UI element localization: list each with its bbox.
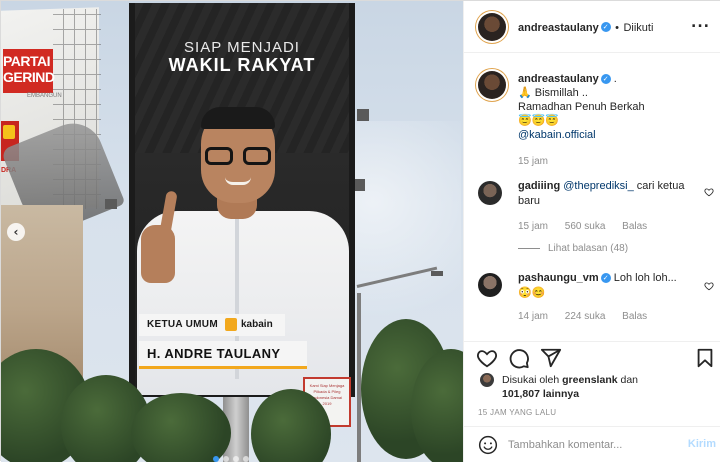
caption-author-avatar[interactable] bbox=[478, 71, 506, 99]
like-comment-heart-icon[interactable] bbox=[704, 187, 714, 197]
candidate-smile bbox=[225, 177, 251, 185]
street-lamp-head bbox=[431, 271, 443, 276]
caption-line3: 😇😇😇 bbox=[518, 115, 560, 127]
torn-billboard-subtext: EMBANGUN bbox=[27, 93, 62, 99]
instagram-post-window: PARTAI GERIND EMBANGUN DRA SIAP MENJADI … bbox=[0, 0, 720, 462]
comment-body: Loh loh loh... bbox=[610, 272, 677, 284]
share-send-icon[interactable] bbox=[540, 347, 562, 369]
commenter-avatar[interactable] bbox=[478, 181, 502, 205]
previous-photo-button[interactable]: ‹ bbox=[7, 223, 25, 241]
billboard-line1: SIAP MENJADI bbox=[184, 39, 300, 56]
likes-prefix: Disukai oleh bbox=[502, 374, 563, 386]
candidate-hair bbox=[201, 107, 275, 129]
header-separator: • bbox=[615, 22, 620, 34]
liker-avatar[interactable] bbox=[480, 373, 494, 387]
liked-by-username[interactable]: greenslank bbox=[562, 374, 617, 386]
carousel-dot bbox=[233, 456, 239, 462]
tree bbox=[251, 389, 331, 462]
caption-mention-link[interactable]: @kabain.official bbox=[518, 128, 714, 142]
comment-time[interactable]: 14 jam bbox=[518, 311, 548, 322]
likes-count-link[interactable]: 101,807 lainnya bbox=[502, 388, 579, 400]
caption-suffix: . bbox=[613, 73, 617, 85]
like-comment-heart-icon[interactable] bbox=[704, 281, 714, 291]
comment-mention-link[interactable]: @theprediksi_ bbox=[563, 180, 633, 192]
comment-meta: 15 jam 560 suka Balas bbox=[518, 221, 661, 232]
carousel-dot bbox=[223, 456, 229, 462]
carousel-dot bbox=[243, 456, 249, 462]
post-caption: andreastaulany ✓ . 🙏 Bismillah .. Ramadha… bbox=[518, 72, 714, 167]
following-button[interactable]: Diikuti bbox=[623, 22, 653, 34]
comment-item: pashaungu_vm ✓ Loh loh loh... 😳😊 14 jam 2… bbox=[478, 271, 714, 331]
verified-badge-icon: ✓ bbox=[600, 74, 611, 85]
comment-input[interactable] bbox=[508, 437, 668, 453]
comment-reply-button[interactable]: Balas bbox=[622, 221, 647, 232]
post-header: andreastaulany ✓ • Diikuti ... bbox=[464, 1, 720, 53]
verified-badge-icon: ✓ bbox=[600, 21, 611, 32]
caption-line1: 🙏 Bismillah .. bbox=[518, 87, 588, 99]
candidate-glasses bbox=[205, 147, 271, 165]
comment-likes[interactable]: 560 suka bbox=[565, 221, 606, 232]
post-comment-button[interactable]: Kirim bbox=[688, 438, 716, 450]
comment-likes[interactable]: 224 suka bbox=[565, 311, 606, 322]
comment-item: gadiiing @theprediksi_ cari ketua baru 1… bbox=[478, 179, 714, 239]
view-replies-button[interactable]: Lihat balasan (48) bbox=[518, 243, 628, 254]
comment-text: gadiiing @theprediksi_ cari ketua baru bbox=[518, 179, 686, 209]
comment-reply-button[interactable]: Balas bbox=[622, 311, 647, 322]
comment-text: pashaungu_vm ✓ Loh loh loh... 😳😊 bbox=[518, 271, 686, 301]
commenter-avatar[interactable] bbox=[478, 273, 502, 297]
caption-username[interactable]: andreastaulany bbox=[518, 73, 599, 85]
carousel-dot bbox=[213, 456, 219, 462]
post-actions: Disukai oleh greenslank dan 101,807 lain… bbox=[464, 341, 720, 462]
carousel-indicator bbox=[213, 449, 253, 462]
post-timestamp[interactable]: 15 JAM YANG LALU bbox=[478, 408, 556, 417]
billboard-spotlight bbox=[357, 109, 369, 121]
torn-billboard-text: PARTAI GERIND bbox=[3, 53, 55, 85]
billboard-spotlight bbox=[105, 199, 117, 209]
comment-username[interactable]: pashaungu_vm bbox=[518, 272, 599, 284]
billboard-line2: WAKIL RAKYAT bbox=[168, 55, 316, 75]
more-options-icon[interactable]: ... bbox=[691, 15, 710, 31]
save-bookmark-icon[interactable] bbox=[694, 347, 716, 369]
post-photo[interactable]: PARTAI GERIND EMBANGUN DRA SIAP MENJADI … bbox=[1, 1, 463, 462]
comment-emoji: 😳😊 bbox=[518, 287, 546, 299]
comment-time[interactable]: 15 jam bbox=[518, 221, 548, 232]
candidate-hand bbox=[141, 225, 175, 283]
likes-mid: dan bbox=[617, 374, 639, 386]
emoji-smiley-icon[interactable] bbox=[478, 435, 498, 455]
verified-badge-icon: ✓ bbox=[600, 273, 611, 284]
comment-bubble-icon[interactable] bbox=[508, 347, 530, 369]
like-heart-icon[interactable] bbox=[476, 347, 498, 369]
author-avatar[interactable] bbox=[478, 13, 506, 41]
comment-meta: 14 jam 224 suka Balas bbox=[518, 311, 661, 322]
add-comment-bar: Kirim bbox=[464, 426, 720, 463]
tree-line bbox=[1, 319, 463, 462]
comment-username[interactable]: gadiiing bbox=[518, 180, 560, 192]
caption-line2: Ramadhan Penuh Berkah bbox=[518, 101, 645, 113]
likes-summary: Disukai oleh greenslank dan 101,807 lain… bbox=[502, 373, 638, 401]
header-user: andreastaulany ✓ • Diikuti bbox=[518, 18, 653, 36]
post-sidebar: andreastaulany ✓ • Diikuti ... andreastau… bbox=[463, 1, 720, 462]
header-username[interactable]: andreastaulany bbox=[518, 22, 599, 34]
caption-time[interactable]: 15 jam bbox=[518, 156, 714, 167]
